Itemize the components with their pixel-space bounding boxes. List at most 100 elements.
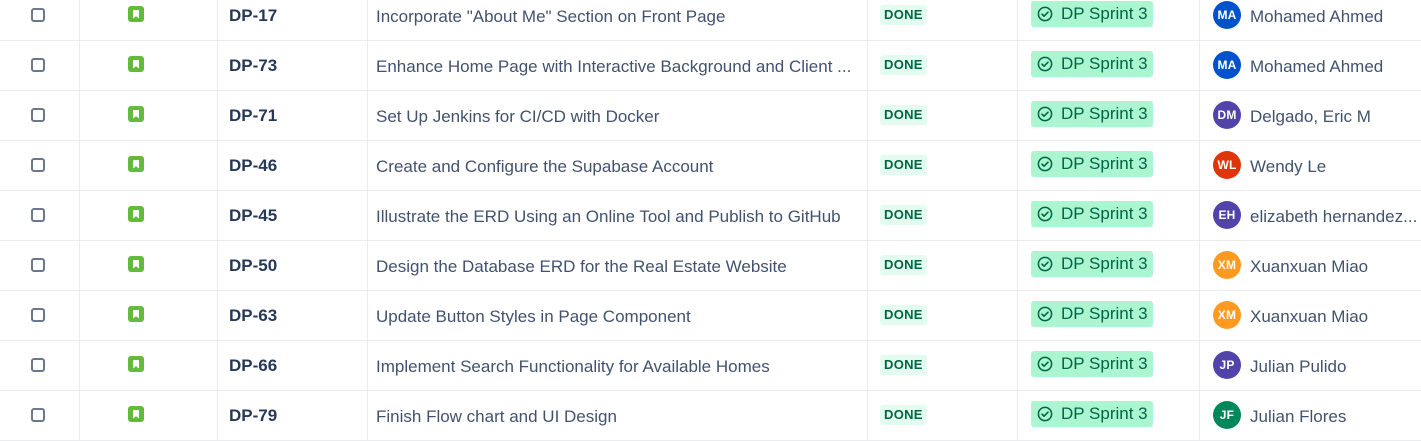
story-icon: [128, 206, 144, 222]
assignee-name[interactable]: Mohamed Ahmed: [1250, 57, 1421, 77]
sprint-lozenge[interactable]: DP Sprint 3: [1031, 51, 1153, 77]
assignee-name[interactable]: elizabeth hernandez...: [1250, 207, 1421, 227]
table-row[interactable]: DP-66 Implement Search Functionality for…: [0, 341, 1421, 391]
story-icon: [128, 156, 144, 172]
assignee-name[interactable]: Wendy Le: [1250, 157, 1421, 177]
issue-summary[interactable]: Enhance Home Page with Interactive Backg…: [376, 57, 860, 77]
issue-key-link[interactable]: DP-45: [229, 206, 277, 226]
sprint-label: DP Sprint 3: [1061, 404, 1148, 423]
assignee-name[interactable]: Xuanxuan Miao: [1250, 307, 1421, 327]
assignee-name[interactable]: Julian Flores: [1250, 407, 1421, 427]
row-checkbox[interactable]: [31, 208, 45, 222]
issue-summary[interactable]: Implement Search Functionality for Avail…: [376, 357, 860, 377]
status-badge[interactable]: DONE: [880, 5, 927, 25]
sprint-label: DP Sprint 3: [1061, 154, 1148, 173]
table-row[interactable]: DP-71 Set Up Jenkins for CI/CD with Dock…: [0, 91, 1421, 141]
issue-key-link[interactable]: DP-66: [229, 356, 277, 376]
story-icon: [128, 356, 144, 372]
table-row[interactable]: DP-45 Illustrate the ERD Using an Online…: [0, 191, 1421, 241]
assignee-name[interactable]: Julian Pulido: [1250, 357, 1421, 377]
avatar[interactable]: XM: [1213, 301, 1241, 329]
issue-summary[interactable]: Incorporate "About Me" Section on Front …: [376, 7, 860, 27]
avatar[interactable]: EH: [1213, 201, 1241, 229]
avatar[interactable]: MA: [1213, 1, 1241, 29]
issue-table: DP-17 Incorporate "About Me" Section on …: [0, 0, 1421, 441]
avatar[interactable]: JF: [1213, 401, 1241, 429]
status-badge[interactable]: DONE: [880, 105, 927, 125]
assignee-name[interactable]: Mohamed Ahmed: [1250, 7, 1421, 27]
status-badge[interactable]: DONE: [880, 255, 927, 275]
row-checkbox[interactable]: [31, 108, 45, 122]
issue-key-link[interactable]: DP-46: [229, 156, 277, 176]
sprint-label: DP Sprint 3: [1061, 204, 1148, 223]
issue-summary[interactable]: Finish Flow chart and UI Design: [376, 407, 860, 427]
story-icon: [128, 56, 144, 72]
avatar[interactable]: MA: [1213, 51, 1241, 79]
row-checkbox[interactable]: [31, 358, 45, 372]
check-circle-icon: [1037, 6, 1053, 22]
issue-key-link[interactable]: DP-71: [229, 106, 277, 126]
sprint-lozenge[interactable]: DP Sprint 3: [1031, 101, 1153, 127]
row-checkbox[interactable]: [31, 258, 45, 272]
table-row[interactable]: DP-50 Design the Database ERD for the Re…: [0, 241, 1421, 291]
issue-key-link[interactable]: DP-79: [229, 406, 277, 426]
sprint-lozenge[interactable]: DP Sprint 3: [1031, 201, 1153, 227]
avatar[interactable]: JP: [1213, 351, 1241, 379]
sprint-label: DP Sprint 3: [1061, 354, 1148, 373]
issue-summary[interactable]: Set Up Jenkins for CI/CD with Docker: [376, 107, 860, 127]
sprint-label: DP Sprint 3: [1061, 104, 1148, 123]
check-circle-icon: [1037, 306, 1053, 322]
check-circle-icon: [1037, 106, 1053, 122]
avatar[interactable]: WL: [1213, 151, 1241, 179]
issue-key-link[interactable]: DP-50: [229, 256, 277, 276]
avatar[interactable]: XM: [1213, 251, 1241, 279]
assignee-name[interactable]: Xuanxuan Miao: [1250, 257, 1421, 277]
check-circle-icon: [1037, 256, 1053, 272]
sprint-label: DP Sprint 3: [1061, 54, 1148, 73]
assignee-name[interactable]: Delgado, Eric M: [1250, 107, 1421, 127]
sprint-label: DP Sprint 3: [1061, 254, 1148, 273]
issue-summary[interactable]: Illustrate the ERD Using an Online Tool …: [376, 207, 860, 227]
sprint-lozenge[interactable]: DP Sprint 3: [1031, 301, 1153, 327]
story-icon: [128, 406, 144, 422]
issue-key-link[interactable]: DP-63: [229, 306, 277, 326]
avatar[interactable]: DM: [1213, 101, 1241, 129]
sprint-lozenge[interactable]: DP Sprint 3: [1031, 1, 1153, 27]
check-circle-icon: [1037, 356, 1053, 372]
check-circle-icon: [1037, 206, 1053, 222]
sprint-lozenge[interactable]: DP Sprint 3: [1031, 151, 1153, 177]
sprint-lozenge[interactable]: DP Sprint 3: [1031, 351, 1153, 377]
issue-key-link[interactable]: DP-73: [229, 56, 277, 76]
check-circle-icon: [1037, 406, 1053, 422]
story-icon: [128, 6, 144, 22]
row-checkbox[interactable]: [31, 8, 45, 22]
sprint-lozenge[interactable]: DP Sprint 3: [1031, 401, 1153, 427]
story-icon: [128, 106, 144, 122]
row-checkbox[interactable]: [31, 408, 45, 422]
table-row[interactable]: DP-17 Incorporate "About Me" Section on …: [0, 0, 1421, 41]
check-circle-icon: [1037, 56, 1053, 72]
row-checkbox[interactable]: [31, 58, 45, 72]
story-icon: [128, 306, 144, 322]
issue-key-link[interactable]: DP-17: [229, 6, 277, 26]
story-icon: [128, 256, 144, 272]
status-badge[interactable]: DONE: [880, 405, 927, 425]
status-badge[interactable]: DONE: [880, 305, 927, 325]
table-row[interactable]: DP-46 Create and Configure the Supabase …: [0, 141, 1421, 191]
row-checkbox[interactable]: [31, 158, 45, 172]
status-badge[interactable]: DONE: [880, 55, 927, 75]
sprint-label: DP Sprint 3: [1061, 4, 1148, 23]
status-badge[interactable]: DONE: [880, 205, 927, 225]
table-row[interactable]: DP-79 Finish Flow chart and UI Design DO…: [0, 391, 1421, 441]
table-row[interactable]: DP-63 Update Button Styles in Page Compo…: [0, 291, 1421, 341]
status-badge[interactable]: DONE: [880, 155, 927, 175]
issue-summary[interactable]: Design the Database ERD for the Real Est…: [376, 257, 860, 277]
table-row[interactable]: DP-73 Enhance Home Page with Interactive…: [0, 41, 1421, 91]
issue-summary[interactable]: Update Button Styles in Page Component: [376, 307, 860, 327]
sprint-lozenge[interactable]: DP Sprint 3: [1031, 251, 1153, 277]
row-checkbox[interactable]: [31, 308, 45, 322]
check-circle-icon: [1037, 156, 1053, 172]
status-badge[interactable]: DONE: [880, 355, 927, 375]
sprint-label: DP Sprint 3: [1061, 304, 1148, 323]
issue-summary[interactable]: Create and Configure the Supabase Accoun…: [376, 157, 860, 177]
